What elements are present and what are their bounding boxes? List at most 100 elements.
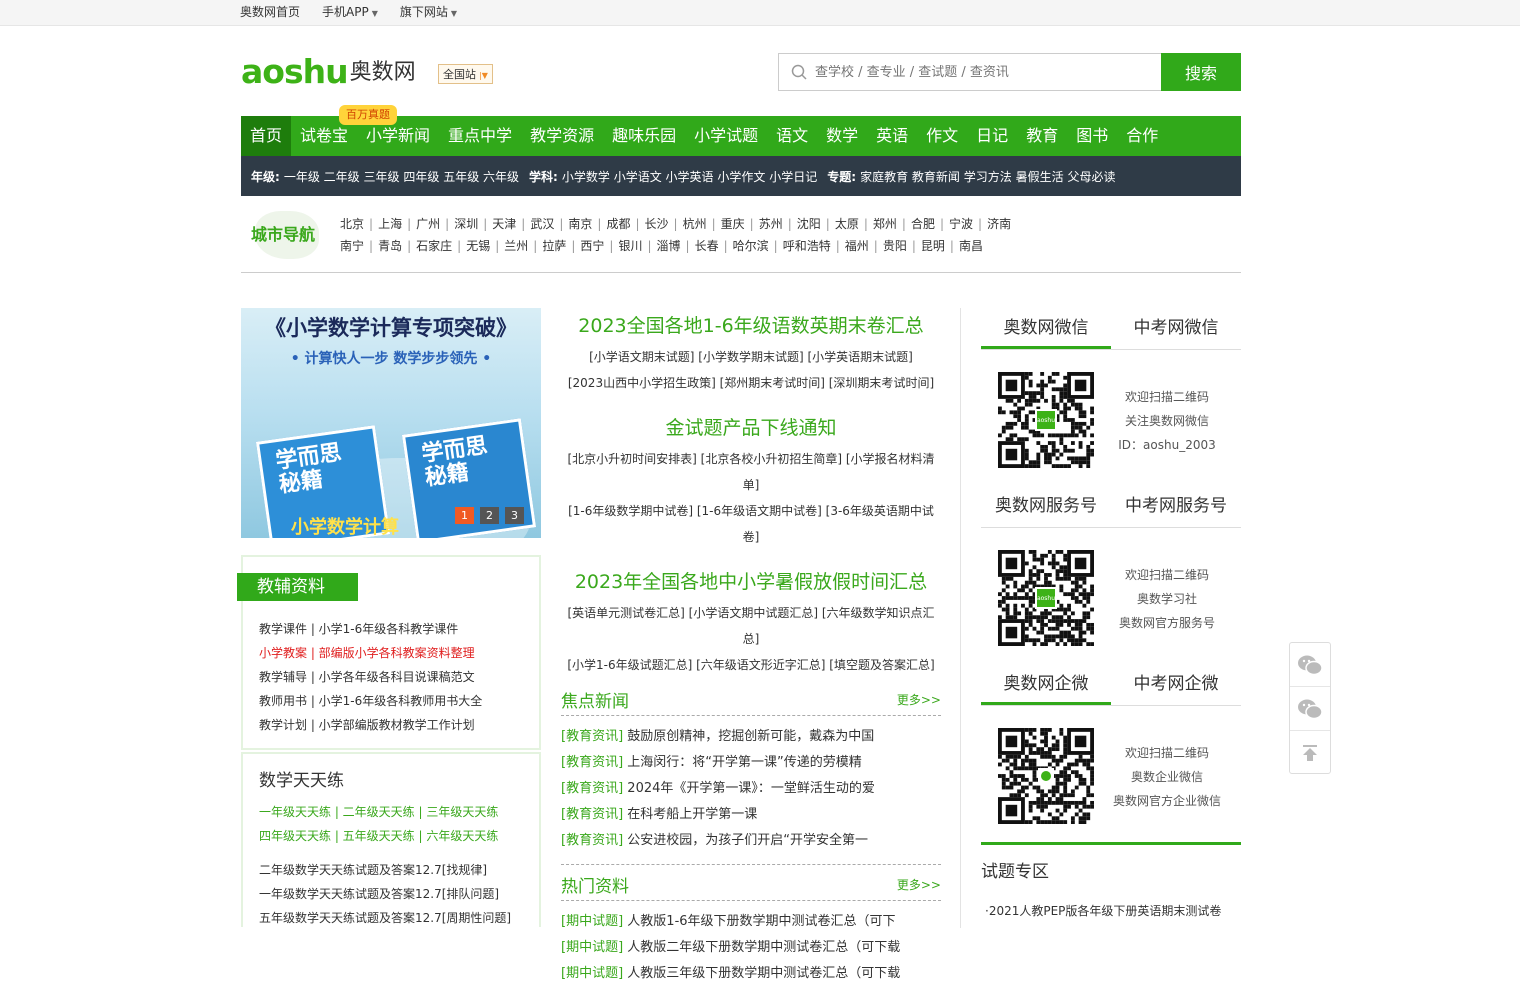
subject-link[interactable]: 小学作文	[717, 170, 765, 184]
city-link[interactable]: 武汉	[530, 217, 554, 231]
city-link[interactable]: 重庆	[721, 217, 745, 231]
subject-link[interactable]: 小学日记	[769, 170, 817, 184]
promo-banner[interactable]: 《小学数学计算专项突破》 • 计算快人一步 数学步步领先 • 学而思 秘籍 学而…	[241, 308, 541, 538]
city-link[interactable]: 长沙	[645, 217, 669, 231]
nav-math[interactable]: 数学	[817, 116, 867, 156]
city-link[interactable]: 福州	[845, 239, 869, 253]
nav-fun-park[interactable]: 趣味乐园	[603, 116, 685, 156]
carousel-page[interactable]: 2	[480, 507, 499, 524]
city-link[interactable]: 哈尔滨	[733, 239, 769, 253]
sites-menu[interactable]: 旗下网站 ▼	[400, 0, 457, 26]
topic-link[interactable]: 暑假生活	[1016, 170, 1064, 184]
grade-link[interactable]: 六年级	[483, 170, 519, 184]
headline-links[interactable]: [小学语文期末试题] [小学数学期末试题] [小学英语期末试题]	[561, 344, 941, 370]
city-link[interactable]: 天津	[492, 217, 516, 231]
list-item[interactable]: [教育资讯] 鼓励原创精神，挖掘创新可能，戴森为中国	[561, 724, 941, 750]
carousel-page[interactable]: 1	[455, 507, 474, 524]
city-link[interactable]: 郑州	[873, 217, 897, 231]
city-link[interactable]: 南宁	[340, 239, 364, 253]
back-to-top-button[interactable]	[1290, 731, 1330, 775]
city-link[interactable]: 北京	[340, 217, 364, 231]
city-link[interactable]: 成都	[606, 217, 630, 231]
city-link[interactable]: 昆明	[921, 239, 945, 253]
list-item[interactable]: [教育资讯] 上海闵行：将“开学第一课”传递的劳模精	[561, 750, 941, 776]
nav-books[interactable]: 图书	[1067, 116, 1117, 156]
list-item[interactable]: [期中试题] 人教版二年级下册数学期中测试卷汇总（可下载	[561, 935, 941, 961]
city-link[interactable]: 拉萨	[542, 239, 566, 253]
list-item[interactable]: 一年级数学天天练试题及答案12.7[排队问题]	[259, 882, 511, 906]
city-link[interactable]: 杭州	[683, 217, 707, 231]
headline[interactable]: 2023全国各地1-6年级语数英期末卷汇总	[561, 308, 941, 344]
list-item[interactable]: [教育资讯] 2024年《开学第一课》：一堂鲜活生动的爱	[561, 776, 941, 802]
tab-zhongkao-weixin[interactable]: 中考网微信	[1111, 308, 1241, 349]
grade-links-row[interactable]: 一年级天天练 | 二年级天天练 | 三年级天天练	[259, 800, 498, 824]
station-selector[interactable]: 全国站 |▼	[438, 64, 493, 84]
grade-link[interactable]: 三年级	[364, 170, 400, 184]
list-item[interactable]: [期中试题] 人教版三年级下册数学期中测试卷汇总（可下载	[561, 961, 941, 987]
wechat-float-button-2[interactable]	[1290, 687, 1330, 731]
home-link[interactable]: 奥数网首页	[240, 0, 300, 26]
city-link[interactable]: 宁波	[949, 217, 973, 231]
topic-link[interactable]: 家庭教育	[860, 170, 908, 184]
more-link[interactable]: 更多>>	[897, 691, 941, 708]
nav-composition[interactable]: 作文	[917, 116, 967, 156]
subject-link[interactable]: 小学数学	[562, 170, 610, 184]
city-link[interactable]: 长春	[695, 239, 719, 253]
city-link[interactable]: 太原	[835, 217, 859, 231]
headline-links[interactable]: [小学1-6年级试题汇总] [六年级语文形近字汇总] [填空题及答案汇总]	[561, 652, 941, 678]
headline[interactable]: 金试题产品下线通知	[561, 410, 941, 446]
grade-link[interactable]: 四年级	[403, 170, 439, 184]
nav-home[interactable]: 首页	[241, 116, 292, 156]
headline-links[interactable]: [1-6年级数学期中试卷] [1-6年级语文期中试卷] [3-6年级英语期中试卷…	[561, 498, 941, 550]
nav-key-schools[interactable]: 重点中学	[439, 116, 521, 156]
headline[interactable]: 2023年全国各地中小学暑假放假时间汇总	[561, 564, 941, 600]
list-item[interactable]: [教育资讯] 在科考船上开学第一课	[561, 802, 941, 828]
city-link[interactable]: 呼和浩特	[783, 239, 831, 253]
more-link[interactable]: 更多>>	[897, 876, 941, 893]
city-link[interactable]: 银川	[618, 239, 642, 253]
grade-links-row[interactable]: 四年级天天练 | 五年级天天练 | 六年级天天练	[259, 824, 498, 848]
grade-link[interactable]: 五年级	[443, 170, 479, 184]
nav-teaching-resources[interactable]: 教学资源	[521, 116, 603, 156]
list-item[interactable]: 教学辅导 | 小学各年级各科目说课稿范文	[259, 665, 482, 689]
search-button[interactable]: 搜索	[1161, 53, 1241, 91]
city-link[interactable]: 合肥	[911, 217, 935, 231]
city-link[interactable]: 深圳	[454, 217, 478, 231]
list-item[interactable]: [教育资讯] 公安进校园，为孩子们开启“开学安全第一	[561, 828, 941, 854]
nav-diary[interactable]: 日记	[967, 116, 1017, 156]
list-item[interactable]: 小学教案 | 部编版小学各科教案资料整理	[259, 641, 482, 665]
search-input[interactable]	[815, 64, 1145, 80]
nav-education[interactable]: 教育	[1017, 116, 1067, 156]
topic-link[interactable]: 学习方法	[964, 170, 1012, 184]
headline-links[interactable]: [北京小升初时间安排表] [北京各校小升初招生简章] [小学报名材料清单]	[561, 446, 941, 498]
topic-link[interactable]: 教育新闻	[912, 170, 960, 184]
tab-aoshu-weixin[interactable]: 奥数网微信	[981, 308, 1111, 349]
city-link[interactable]: 上海	[378, 217, 402, 231]
list-item[interactable]: 教学计划 | 小学部编版教材教学工作计划	[259, 713, 482, 737]
city-link[interactable]: 兰州	[504, 239, 528, 253]
city-link[interactable]: 南昌	[959, 239, 983, 253]
tab-aoshu-service[interactable]: 奥数网服务号	[981, 486, 1111, 527]
nav-primary-tests[interactable]: 小学试题	[685, 116, 767, 156]
list-item[interactable]: 二年级数学天天练试题及答案12.7[找规律]	[259, 858, 511, 882]
list-item[interactable]: [期中试题] 人教版1-6年级下册数学期中测试卷汇总（可下	[561, 909, 941, 935]
mobile-app-menu[interactable]: 手机APP ▼	[322, 0, 378, 26]
subject-link[interactable]: 小学语文	[614, 170, 662, 184]
list-item[interactable]: 教师用书 | 小学1-6年级各科教师用书大全	[259, 689, 482, 713]
headline-links[interactable]: [英语单元测试卷汇总] [小学语文期中试题汇总] [六年级数学知识点汇总]	[561, 600, 941, 652]
city-link[interactable]: 贵阳	[883, 239, 907, 253]
carousel-page[interactable]: 3	[505, 507, 524, 524]
city-link[interactable]: 无锡	[466, 239, 490, 253]
headline-links[interactable]: [2023山西中小学招生政策] [郑州期末考试时间] [深圳期末考试时间]	[561, 370, 941, 396]
city-link[interactable]: 广州	[416, 217, 440, 231]
tab-zhongkao-wecom[interactable]: 中考网企微	[1111, 664, 1241, 705]
topic-link[interactable]: 父母必读	[1067, 170, 1115, 184]
city-link[interactable]: 苏州	[759, 217, 783, 231]
test-zone-item[interactable]: ·2021人教PEP版各年级下册英语期末测试卷	[985, 902, 1221, 919]
site-logo[interactable]: aoshu 奥数网	[241, 54, 416, 90]
city-link[interactable]: 济南	[987, 217, 1011, 231]
grade-link[interactable]: 二年级	[324, 170, 360, 184]
city-link[interactable]: 沈阳	[797, 217, 821, 231]
nav-chinese[interactable]: 语文	[767, 116, 817, 156]
tab-aoshu-wecom[interactable]: 奥数网企微	[981, 664, 1111, 705]
